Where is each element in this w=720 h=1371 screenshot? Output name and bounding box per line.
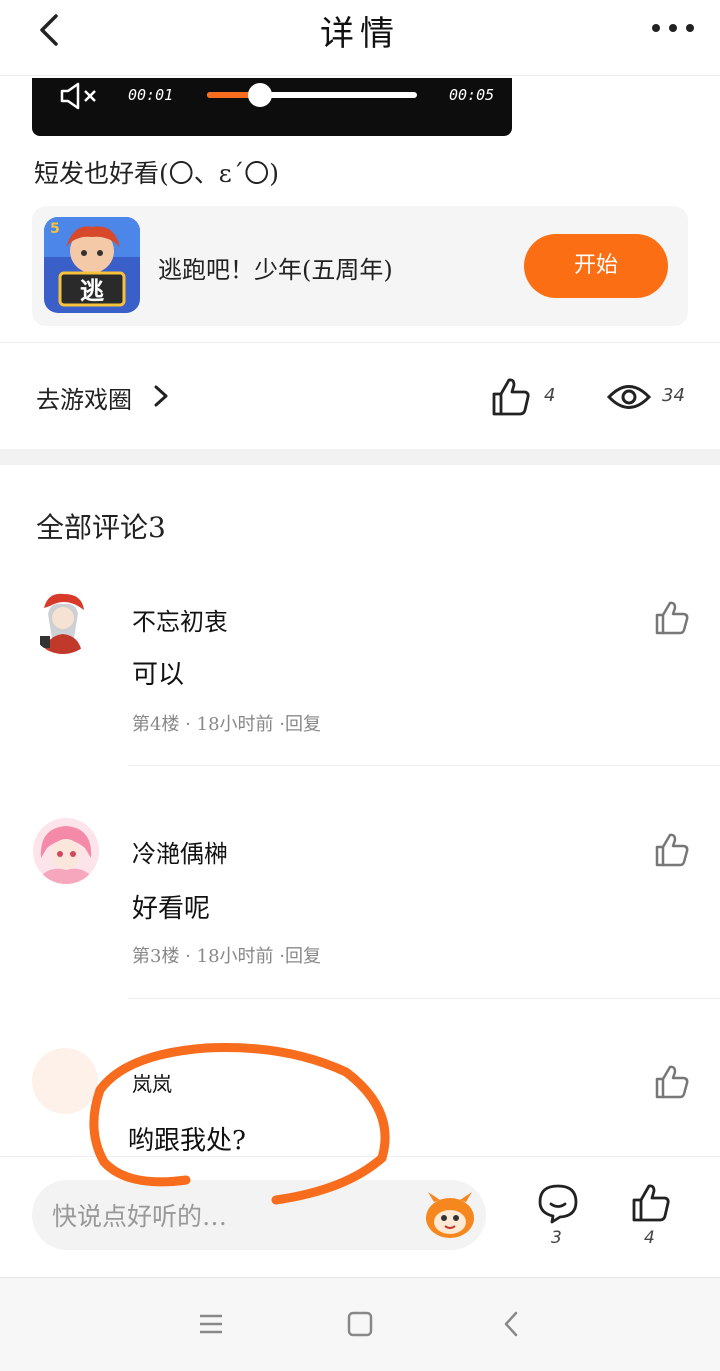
avatar[interactable] (32, 1048, 98, 1114)
current-time: 00:01 (128, 86, 174, 104)
progress-thumb[interactable] (247, 83, 272, 107)
game-icon[interactable]: 5 逃 (44, 217, 140, 313)
avatar[interactable] (30, 588, 96, 654)
thumbs-up-icon[interactable] (630, 1182, 672, 1224)
comment-icon[interactable] (536, 1182, 580, 1224)
mute-icon[interactable] (58, 81, 102, 111)
post-text: 短发也好看(〇、ε´〇) (34, 159, 279, 188)
divider (128, 765, 720, 766)
view-count: 34 (662, 385, 685, 406)
thumbs-up-icon[interactable] (490, 376, 532, 418)
video-player-controls[interactable] (32, 78, 512, 136)
game-icon-label: 逃 (80, 277, 104, 305)
comment-like-icon[interactable] (654, 600, 690, 636)
comment-text: 好看呢 (132, 894, 211, 924)
chevron-right-icon[interactable] (152, 384, 170, 408)
eye-icon (606, 385, 652, 409)
divider (128, 998, 720, 999)
home-icon[interactable] (347, 1311, 373, 1337)
menu-icon[interactable] (198, 1312, 224, 1336)
comment-input-placeholder[interactable]: 快说点好听的… (52, 1197, 227, 1233)
like-count: 4 (544, 385, 556, 406)
game-name: 逃跑吧！少年(五周年) (158, 256, 393, 284)
game-badge: 5 (50, 221, 60, 237)
emoji-mascot-icon[interactable] (422, 1190, 478, 1240)
back-nav-icon[interactable] (501, 1310, 521, 1338)
comment-author[interactable]: 岚岚 (132, 1068, 172, 1097)
comment-author[interactable]: 冷滟偊榊 (132, 834, 228, 869)
comment-text: 哟跟我处? (128, 1126, 246, 1156)
start-button[interactable]: 开始 (524, 234, 668, 298)
comment-meta[interactable]: 第3楼 · 18小时前 ·回复 (132, 942, 321, 968)
comment-meta[interactable]: 第4楼 · 18小时前 ·回复 (132, 710, 321, 736)
like-count-bottom: 4 (644, 1228, 655, 1248)
comment-like-icon[interactable] (654, 832, 690, 868)
comment-author[interactable]: 不忘初衷 (132, 602, 228, 637)
avatar[interactable] (33, 818, 99, 884)
comment-text: 可以 (132, 660, 185, 690)
divider (0, 342, 720, 343)
more-options-icon[interactable] (648, 18, 698, 38)
comment-count: 3 (551, 1228, 562, 1248)
total-time: 00:05 (449, 86, 495, 104)
page-title: 详情 (320, 14, 400, 54)
comments-header: 全部评论3 (36, 511, 166, 544)
goto-game-circle-link[interactable]: 去游戏圈 (36, 380, 132, 415)
comment-like-icon[interactable] (654, 1064, 690, 1100)
section-separator (0, 449, 720, 465)
